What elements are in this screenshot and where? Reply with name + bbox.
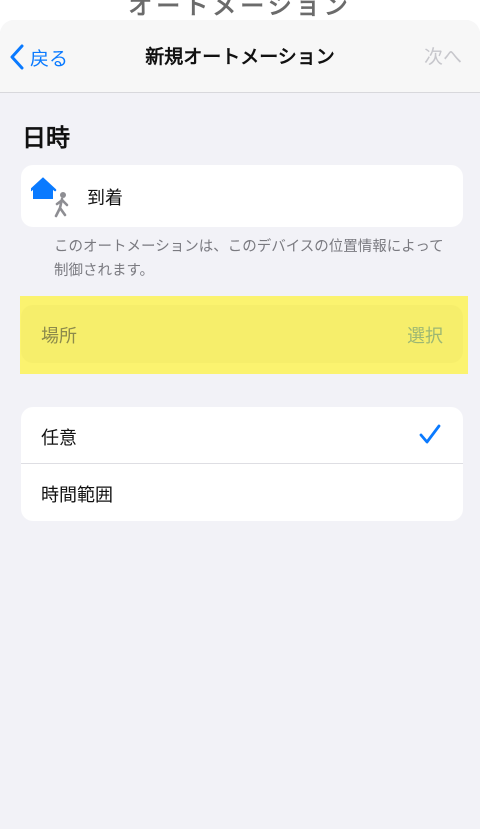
new-automation-sheet: 戻る 新規オートメーション 次へ 日時 到着 このオートメーションは、このデバイ… [0,20,480,829]
option-label: 任意 [41,428,77,449]
option-time-range[interactable]: 時間範囲 [21,464,463,521]
home-person-walking-icon [31,177,69,218]
location-label: 場所 [41,326,77,347]
location-footnote: このオートメーションは、このデバイスの位置情報によって制御されます。 [54,239,444,279]
next-button[interactable]: 次へ [424,42,462,69]
trigger-label: 到着 [87,188,123,209]
location-row[interactable]: 場所 選択 [21,305,463,363]
section-title: 日時 [22,124,70,152]
time-options-list: 任意 時間範囲 [21,407,463,521]
background-page-title: オートメーション [128,0,352,20]
trigger-arrival-row[interactable]: 到着 [21,165,463,227]
page-title: 新規オートメーション [145,46,335,68]
option-any[interactable]: 任意 [21,407,463,464]
checkmark-icon [419,424,441,444]
option-label: 時間範囲 [41,485,113,506]
navigation-bar: 戻る 新規オートメーション 次へ [0,20,480,93]
select-location-button[interactable]: 選択 [407,322,443,348]
